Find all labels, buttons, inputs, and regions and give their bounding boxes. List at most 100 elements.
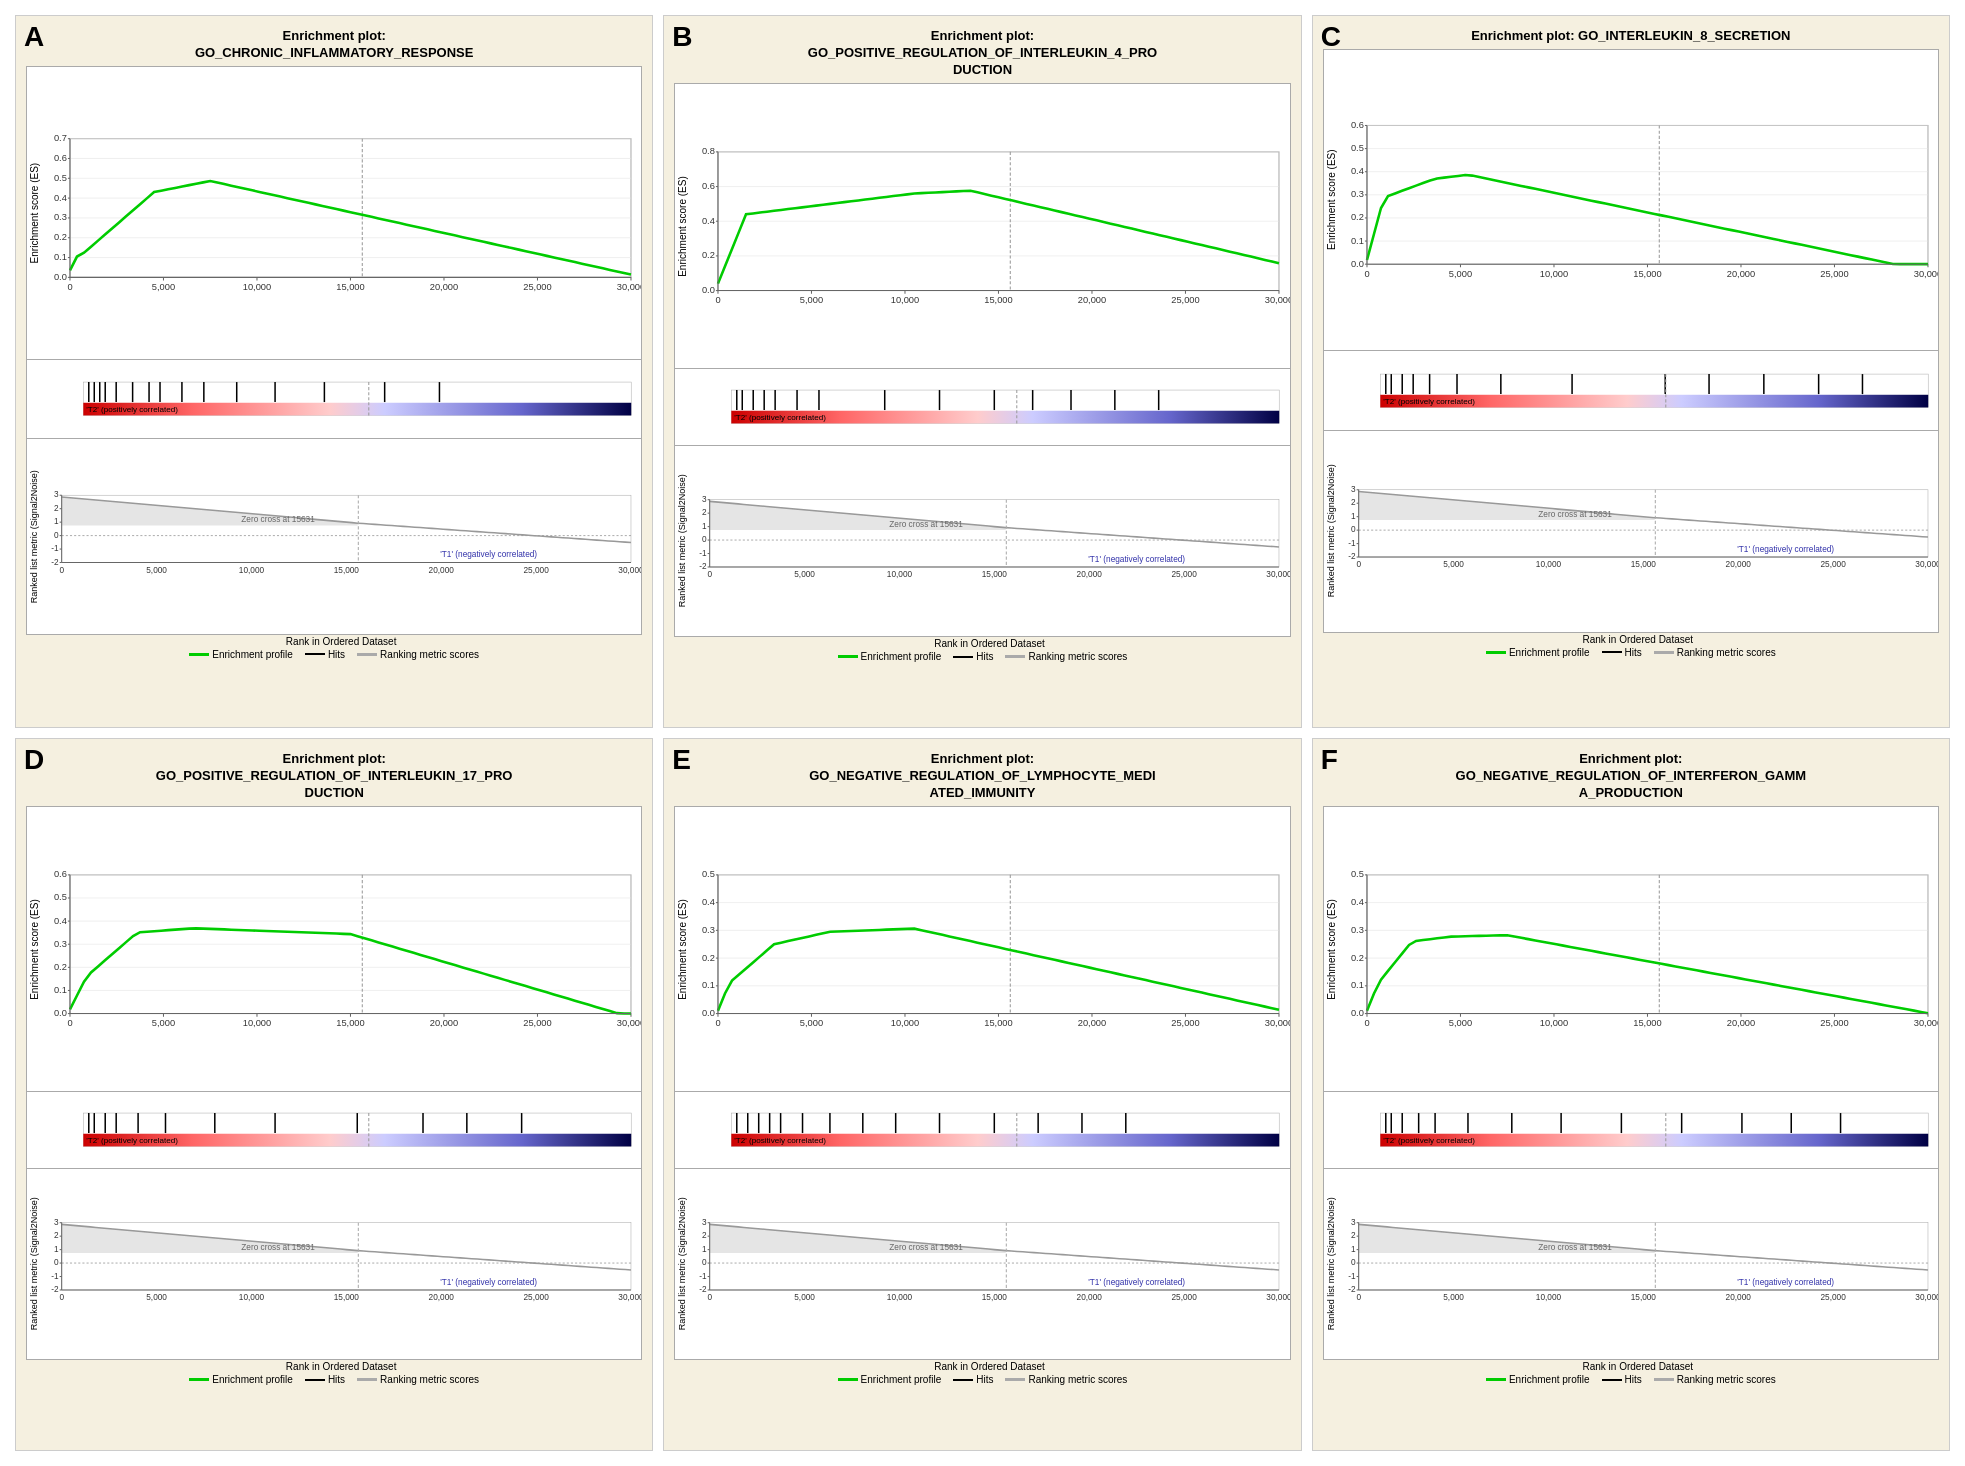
svg-text:5,000: 5,000 bbox=[152, 282, 175, 292]
es-inner: 0.8 0.6 0.4 0.2 0.0 0 5,000 10,000 15,00… bbox=[689, 84, 1289, 369]
svg-text:-2: -2 bbox=[51, 1285, 59, 1294]
metric-area: Ranked list metric (Signal2Noise) 3210-1… bbox=[1323, 1169, 1939, 1360]
svg-text:20,000: 20,000 bbox=[1726, 1018, 1754, 1028]
legend-enrichment-label: Enrichment profile bbox=[212, 649, 293, 660]
metric-inner: 3210-1-2 05,00010,00015,00020,00025,0003… bbox=[41, 1169, 641, 1359]
svg-text:0.0: 0.0 bbox=[1351, 259, 1364, 269]
svg-text:3: 3 bbox=[54, 1218, 59, 1227]
svg-text:0: 0 bbox=[702, 535, 707, 544]
legend-black-line bbox=[953, 1379, 973, 1381]
svg-text:20,000: 20,000 bbox=[430, 1018, 458, 1028]
svg-text:20,000: 20,000 bbox=[1077, 570, 1103, 579]
svg-text:10,000: 10,000 bbox=[239, 1293, 265, 1302]
chart-legend: Enrichment profile Hits Ranking metric s… bbox=[1323, 645, 1939, 660]
svg-text:0.1: 0.1 bbox=[1351, 235, 1364, 245]
svg-text:5,000: 5,000 bbox=[795, 1293, 816, 1302]
svg-text:25,000: 25,000 bbox=[1172, 570, 1198, 579]
svg-text:10,000: 10,000 bbox=[887, 570, 913, 579]
svg-text:15,000: 15,000 bbox=[334, 566, 360, 575]
es-plot: Enrichment score (ES) 0.7 0.6 0.5 0.4 0.… bbox=[26, 66, 642, 360]
svg-text:'T1' (negatively correlated): 'T1' (negatively correlated) bbox=[440, 550, 537, 559]
svg-text:0.0: 0.0 bbox=[702, 285, 715, 295]
svg-text:0.6: 0.6 bbox=[54, 869, 67, 879]
chart-title: Enrichment plot:GO_POSITIVE_REGULATION_O… bbox=[21, 749, 647, 804]
legend-hits: Hits bbox=[1602, 1374, 1642, 1385]
legend-gray-line bbox=[357, 1378, 377, 1381]
legend-hits-label: Hits bbox=[976, 1374, 993, 1385]
svg-text:0.3: 0.3 bbox=[1351, 189, 1364, 199]
svg-text:'T2' (positively correlated): 'T2' (positively correlated) bbox=[735, 413, 827, 422]
svg-text:10,000: 10,000 bbox=[1539, 1018, 1567, 1028]
svg-text:25,000: 25,000 bbox=[523, 1018, 551, 1028]
legend-hits-label: Hits bbox=[328, 649, 345, 660]
svg-text:0.3: 0.3 bbox=[54, 938, 67, 948]
es-y-axis-label: Enrichment score (ES) bbox=[27, 807, 41, 1092]
svg-text:'T2' (positively correlated): 'T2' (positively correlated) bbox=[86, 1136, 178, 1145]
svg-text:0.0: 0.0 bbox=[1351, 1008, 1364, 1018]
legend-hits-label: Hits bbox=[1625, 647, 1642, 658]
legend-gray-line bbox=[1654, 1378, 1674, 1381]
svg-text:25,000: 25,000 bbox=[1820, 268, 1848, 278]
svg-text:'T1' (negatively correlated): 'T1' (negatively correlated) bbox=[440, 1278, 537, 1287]
hits-inner: 'T2' (positively correlated) bbox=[703, 1092, 1289, 1167]
svg-text:20,000: 20,000 bbox=[429, 1293, 455, 1302]
chart-title: Enrichment plot:GO_NEGATIVE_REGULATION_O… bbox=[669, 749, 1295, 804]
legend-ranking-label: Ranking metric scores bbox=[380, 649, 479, 660]
panel-f: FEnrichment plot:GO_NEGATIVE_REGULATION_… bbox=[1312, 738, 1950, 1451]
metric-area: Ranked list metric (Signal2Noise) 3210-1… bbox=[1323, 431, 1939, 632]
legend-black-line bbox=[953, 656, 973, 658]
svg-text:30,000: 30,000 bbox=[1913, 268, 1938, 278]
panel-letter-a: A bbox=[24, 21, 44, 53]
svg-text:0.5: 0.5 bbox=[54, 892, 67, 902]
panel-b: BEnrichment plot:GO_POSITIVE_REGULATION_… bbox=[663, 15, 1301, 728]
svg-text:20,000: 20,000 bbox=[1077, 1293, 1103, 1302]
svg-text:-2: -2 bbox=[700, 562, 708, 571]
svg-text:25,000: 25,000 bbox=[523, 1293, 549, 1302]
svg-text:-2: -2 bbox=[1348, 553, 1356, 562]
svg-text:0.5: 0.5 bbox=[54, 173, 67, 183]
chart-legend: Enrichment profile Hits Ranking metric s… bbox=[26, 1372, 642, 1387]
svg-text:15,000: 15,000 bbox=[985, 1018, 1013, 1028]
legend-hits-label: Hits bbox=[328, 1374, 345, 1385]
svg-text:3: 3 bbox=[1351, 1218, 1356, 1227]
svg-text:0.4: 0.4 bbox=[702, 215, 715, 225]
svg-text:-2: -2 bbox=[700, 1285, 708, 1294]
svg-text:0: 0 bbox=[59, 566, 64, 575]
svg-text:Zero cross at 15631: Zero cross at 15631 bbox=[890, 1243, 964, 1252]
svg-text:20,000: 20,000 bbox=[1078, 1018, 1106, 1028]
svg-text:25,000: 25,000 bbox=[1172, 1293, 1198, 1302]
svg-text:15,000: 15,000 bbox=[1633, 268, 1661, 278]
hits-inner: 'T2' (positively correlated) bbox=[55, 360, 641, 438]
chart-legend: Enrichment profile Hits Ranking metric s… bbox=[674, 1372, 1290, 1387]
legend-ranking: Ranking metric scores bbox=[1654, 647, 1776, 658]
legend-enrichment-label: Enrichment profile bbox=[1509, 647, 1590, 658]
es-plot: Enrichment score (ES) 0.6 0.5 0.4 0.3 0.… bbox=[26, 806, 642, 1093]
hits-area: 'T2' (positively correlated) bbox=[674, 1092, 1290, 1168]
svg-text:10,000: 10,000 bbox=[243, 282, 271, 292]
hits-area: 'T2' (positively correlated) bbox=[674, 369, 1290, 445]
svg-text:5,000: 5,000 bbox=[1449, 268, 1472, 278]
svg-text:0.7: 0.7 bbox=[54, 133, 67, 143]
svg-text:0.4: 0.4 bbox=[702, 897, 715, 907]
legend-hits: Hits bbox=[953, 1374, 993, 1385]
svg-text:Zero cross at 15631: Zero cross at 15631 bbox=[241, 1243, 315, 1252]
chart-title: Enrichment plot:GO_POSITIVE_REGULATION_O… bbox=[669, 26, 1295, 81]
svg-text:0.1: 0.1 bbox=[54, 252, 67, 262]
svg-text:0.0: 0.0 bbox=[54, 1008, 67, 1018]
svg-text:1: 1 bbox=[702, 1245, 707, 1254]
svg-text:0.1: 0.1 bbox=[54, 985, 67, 995]
chart-area: Enrichment score (ES) 0.6 0.5 0.4 0.3 0.… bbox=[1318, 47, 1944, 722]
es-inner: 0.5 0.4 0.3 0.2 0.1 0.0 0 5,000 10,000 1… bbox=[689, 807, 1289, 1092]
metric-inner: 3210-1-2 05,00010,00015,00020,00025,0003… bbox=[1338, 431, 1938, 631]
legend-enrichment-profile: Enrichment profile bbox=[189, 1374, 293, 1385]
ranked-y-label: Ranked list metric (Signal2Noise) bbox=[27, 439, 41, 634]
svg-text:2: 2 bbox=[702, 508, 707, 517]
svg-text:0.2: 0.2 bbox=[54, 232, 67, 242]
svg-text:'T2' (positively correlated): 'T2' (positively correlated) bbox=[1383, 1136, 1475, 1145]
legend-black-line bbox=[305, 653, 325, 655]
svg-text:25,000: 25,000 bbox=[523, 282, 551, 292]
hits-area: 'T2' (positively correlated) bbox=[1323, 351, 1939, 432]
svg-text:-1: -1 bbox=[51, 544, 59, 553]
svg-text:0.2: 0.2 bbox=[702, 250, 715, 260]
panel-letter-f: F bbox=[1321, 744, 1338, 776]
